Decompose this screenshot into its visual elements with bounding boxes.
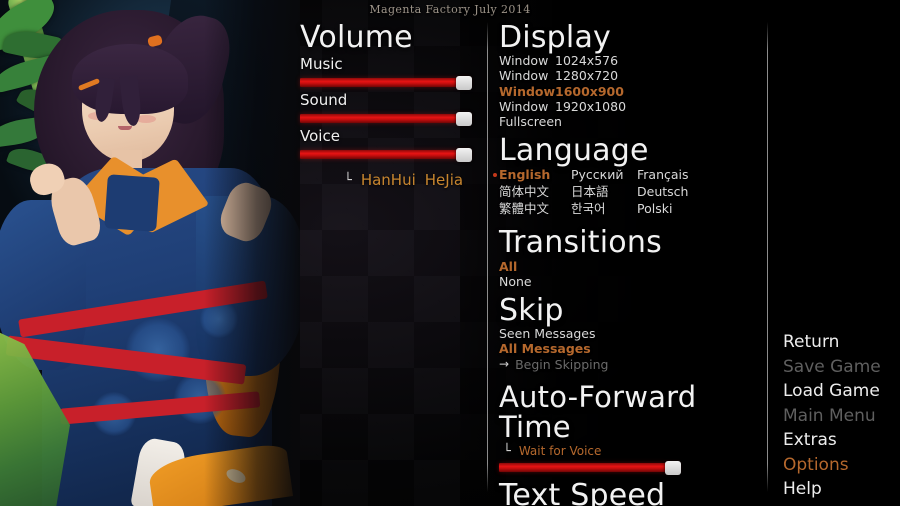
display-mode-label: Window [499, 68, 549, 84]
nav-item-main-menu: Main Menu [783, 405, 876, 426]
arrow-right-icon: → [499, 357, 510, 372]
display-option-1920x1080[interactable]: Window 1920x1080 [499, 99, 761, 114]
language-option-korean[interactable]: 한국어 [571, 201, 637, 217]
nav-item-extras[interactable]: Extras [783, 428, 893, 453]
display-mode-label: Window [499, 83, 556, 99]
display-mode-label: Window [499, 53, 549, 69]
wait-for-voice-row: └ Wait for Voice [499, 444, 761, 458]
kimono-collar-inner [104, 174, 160, 232]
nav-item-save-game: Save Game [783, 356, 881, 377]
sound-label: Sound [300, 91, 348, 110]
voice-slider-track[interactable] [300, 150, 470, 160]
wait-for-voice-toggle[interactable]: Wait for Voice [519, 444, 602, 458]
music-slider[interactable] [300, 76, 472, 91]
credit-line: Magenta Factory July 2014 [369, 3, 531, 16]
display-option-1024x576[interactable]: Window 1024x576 [499, 53, 761, 68]
indent-corner-icon: └ [344, 172, 352, 188]
display-heading: Display [499, 20, 611, 55]
language-option-russian[interactable]: Русский [571, 167, 637, 183]
divider-right [767, 22, 768, 492]
nav-item-load-game[interactable]: Load Game [783, 379, 893, 404]
display-option-1280x720[interactable]: Window 1280x720 [499, 68, 761, 83]
begin-skipping-button: Begin Skipping [515, 356, 609, 372]
skip-option-seen-messages[interactable]: Seen Messages [499, 326, 761, 341]
auto-forward-heading: Auto-Forward Time [499, 379, 697, 444]
transitions-heading: Transitions [499, 225, 662, 261]
character-artwork [0, 0, 300, 506]
character-mouth [118, 126, 132, 130]
language-option-german[interactable]: Deutsch [637, 184, 761, 200]
language-option-french[interactable]: Français [637, 167, 761, 183]
nav-item-help[interactable]: Help [783, 477, 893, 502]
divider-left [487, 22, 488, 492]
indent-corner-icon: └ [503, 443, 511, 459]
auto-forward-slider[interactable] [499, 461, 681, 476]
voice-actor-row: └ HanHui HeJia [300, 171, 480, 189]
nav-item-quit[interactable]: Quit [783, 502, 893, 506]
display-option-fullscreen[interactable]: Fullscreen [499, 114, 761, 129]
display-mode-label: Window [499, 98, 549, 114]
nav-menu: Return Save Game Load Game Main Menu Ext… [783, 330, 893, 506]
voice-slider[interactable] [300, 148, 472, 163]
language-label: English [499, 167, 551, 183]
sound-slider-track[interactable] [300, 114, 470, 124]
display-option-1600x900[interactable]: Window 1600x900 [499, 84, 761, 99]
voice-slider-thumb[interactable] [456, 148, 472, 163]
nav-item-return[interactable]: Return [783, 330, 893, 355]
voice-option-hejia[interactable]: HeJia [425, 171, 463, 189]
language-option-simplified-chinese[interactable]: 简体中文 [499, 184, 571, 200]
display-resolution-label: 1920x1080 [555, 98, 627, 114]
language-heading: Language [499, 133, 649, 169]
music-slider-thumb[interactable] [456, 76, 472, 91]
nav-item-options[interactable]: Options [783, 453, 893, 478]
transitions-option-all[interactable]: All [499, 259, 761, 274]
language-grid: English Русский Français 简体中文 日本語 Deutsc… [493, 167, 761, 217]
display-resolution-label: 1280x720 [555, 68, 619, 84]
display-resolution-label: 1600x900 [555, 83, 624, 99]
main-options-column: Display Window 1024x576 Window 1280x720 … [493, 20, 761, 506]
options-screen: Magenta Factory July 2014 Volume Music S… [0, 0, 900, 506]
language-option-polish[interactable]: Polski [637, 201, 761, 217]
artwork-fade [204, 0, 300, 506]
language-option-japanese[interactable]: 日本語 [571, 184, 637, 200]
voice-option-hanhui[interactable]: HanHui [361, 171, 416, 189]
skip-heading: Skip [499, 292, 564, 328]
volume-heading: Volume [300, 20, 413, 55]
auto-forward-slider-track[interactable] [499, 463, 679, 473]
display-resolution-label: 1024x576 [555, 53, 619, 69]
volume-column: Volume Music Sound Voice └ HanHui HeJia [300, 22, 480, 189]
voice-label: Voice [300, 127, 340, 146]
music-label: Music [300, 55, 343, 74]
language-option-english[interactable]: English [493, 167, 571, 183]
sound-slider-thumb[interactable] [456, 112, 472, 127]
text-speed-heading: Text Speed [499, 478, 666, 506]
transitions-option-none[interactable]: None [499, 274, 761, 289]
auto-forward-slider-thumb[interactable] [665, 461, 681, 476]
language-option-traditional-chinese[interactable]: 繁體中文 [499, 201, 571, 217]
sound-slider[interactable] [300, 112, 472, 127]
music-slider-track[interactable] [300, 78, 470, 88]
begin-skipping-row: → Begin Skipping [499, 357, 761, 372]
skip-option-all-messages[interactable]: All Messages [499, 341, 761, 356]
